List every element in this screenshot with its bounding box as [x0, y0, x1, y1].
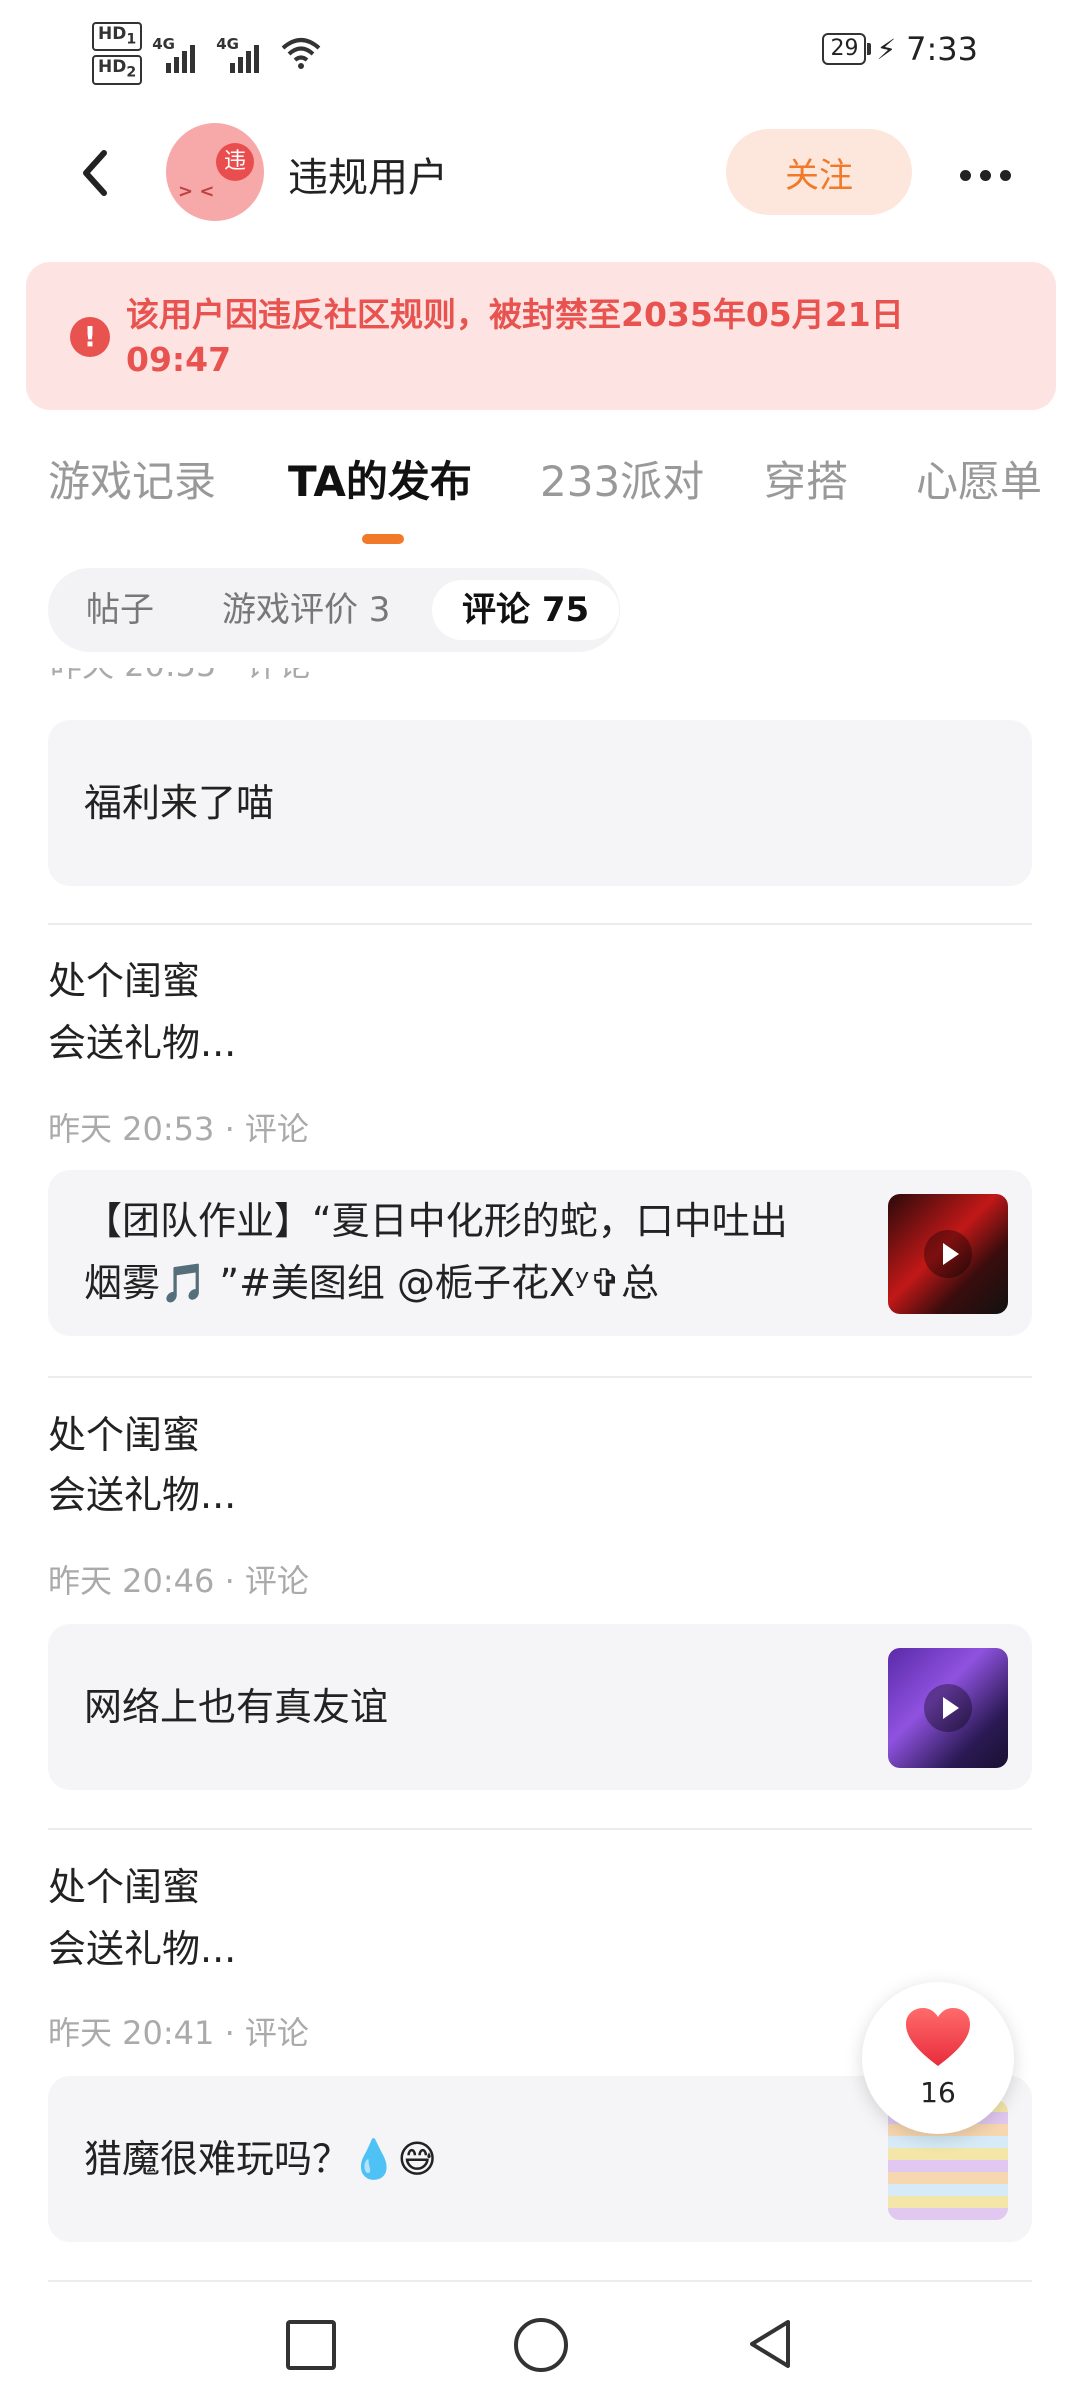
- signal-icon: 4G: [152, 33, 206, 74]
- back-arrow-icon[interactable]: [68, 143, 128, 203]
- subtab-game-reviews[interactable]: 游戏评价 3: [192, 580, 420, 640]
- subtab-posts[interactable]: 帖子: [56, 580, 184, 640]
- tab-outfits[interactable]: 穿搭: [764, 448, 848, 509]
- sim-indicators: HD1 HD2: [92, 22, 143, 85]
- divider: [48, 1376, 1032, 1378]
- tab-game-records[interactable]: 游戏记录: [48, 448, 216, 509]
- status-bar: HD1 HD2 4G 4G 29 ⚡ 7:33: [0, 0, 1080, 100]
- comment-card[interactable]: 【团队作业】“夏日中化形的蛇，口中吐出 烟雾🎵 ”#美图组 @栀子花Xʸ✞总: [48, 1170, 1032, 1336]
- more-dots-icon[interactable]: [950, 155, 1020, 195]
- username: 违规用户: [288, 155, 448, 201]
- follow-button[interactable]: 关注: [726, 129, 912, 215]
- post-title-line[interactable]: 会送礼物...: [48, 1012, 236, 1074]
- play-icon: [924, 1684, 972, 1732]
- alert-icon: !: [70, 317, 110, 357]
- ban-notice-text: 该用户因违反社区规则，被封禁至2035年05月21日 09:47: [126, 295, 904, 379]
- video-thumbnail[interactable]: [888, 1194, 1008, 1314]
- post-title-line[interactable]: 处个闺蜜: [48, 950, 200, 1012]
- subtab-bar: 帖子 游戏评价 3 评论 75: [48, 568, 620, 652]
- comment-meta: 昨天 20:41 · 评论: [48, 2014, 309, 2052]
- divider: [48, 2280, 1032, 2282]
- nav-home-icon[interactable]: [514, 2318, 568, 2372]
- tab-ta-posts[interactable]: TA的发布: [288, 448, 472, 509]
- nav-back-icon[interactable]: [744, 2316, 796, 2372]
- video-thumbnail[interactable]: [888, 1648, 1008, 1768]
- comment-text: 福利来了喵: [84, 781, 275, 825]
- status-right: 29 ⚡ 7:33: [822, 30, 978, 68]
- clock: 7:33: [906, 30, 978, 68]
- sim2-hd-icon: HD2: [92, 55, 143, 85]
- divider: [48, 1828, 1032, 1830]
- comment-meta: 昨天 20:46 · 评论: [48, 1562, 309, 1600]
- nav-recent-apps-icon[interactable]: [286, 2320, 336, 2370]
- avatar[interactable]: 违 > <: [166, 123, 264, 221]
- signal-icon-2: 4G: [216, 33, 270, 74]
- post-title-line[interactable]: 会送礼物...: [48, 1464, 236, 1526]
- post-title-line[interactable]: 处个闺蜜: [48, 1856, 200, 1918]
- post-title-line[interactable]: 会送礼物...: [48, 1918, 236, 1980]
- like-count: 16: [920, 2076, 956, 2109]
- profile-tabs: 游戏记录 TA的发布 233派对 穿搭 心愿单: [0, 448, 1080, 538]
- heart-icon: [906, 2008, 970, 2066]
- sim1-hd-icon: HD1: [92, 22, 143, 52]
- profile-header: 违 > < 违规用户 关注: [0, 115, 1080, 235]
- like-float-button[interactable]: 16: [862, 1982, 1014, 2134]
- system-nav-bar: [0, 2290, 1080, 2400]
- post-title-line[interactable]: 处个闺蜜: [48, 1404, 200, 1466]
- battery-indicator: 29: [822, 33, 872, 65]
- comment-text: 【团队作业】“夏日中化形的蛇，口中吐出: [84, 1199, 788, 1243]
- comment-text: 猎魔很难玩吗？💧😅: [84, 2137, 437, 2181]
- charging-bolt-icon: ⚡: [876, 32, 897, 66]
- avatar-face-icon: > <: [178, 181, 215, 202]
- comment-meta: 昨天 20:55 · 评论: [50, 668, 311, 686]
- comment-text: 烟雾🎵 ”#美图组 @栀子花Xʸ✞总: [84, 1261, 660, 1305]
- comment-card[interactable]: 福利来了喵: [48, 720, 1032, 886]
- active-tab-indicator: [362, 534, 404, 544]
- comment-card[interactable]: 网络上也有真友谊: [48, 1624, 1032, 1790]
- comment-text: 网络上也有真友谊: [84, 1685, 389, 1729]
- tab-wishlist[interactable]: 心愿单: [916, 448, 1042, 509]
- comment-meta: 昨天 20:53 · 评论: [48, 1110, 309, 1148]
- ban-notice: ! 该用户因违反社区规则，被封禁至2035年05月21日 09:47: [26, 262, 1056, 410]
- wifi-icon: [281, 38, 321, 70]
- avatar-badge: 违: [216, 143, 254, 181]
- subtab-comments[interactable]: 评论 75: [432, 580, 620, 640]
- play-icon: [924, 1230, 972, 1278]
- tab-233-party[interactable]: 233派对: [540, 448, 704, 509]
- divider: [48, 923, 1032, 925]
- status-left: HD1 HD2 4G 4G: [92, 22, 322, 85]
